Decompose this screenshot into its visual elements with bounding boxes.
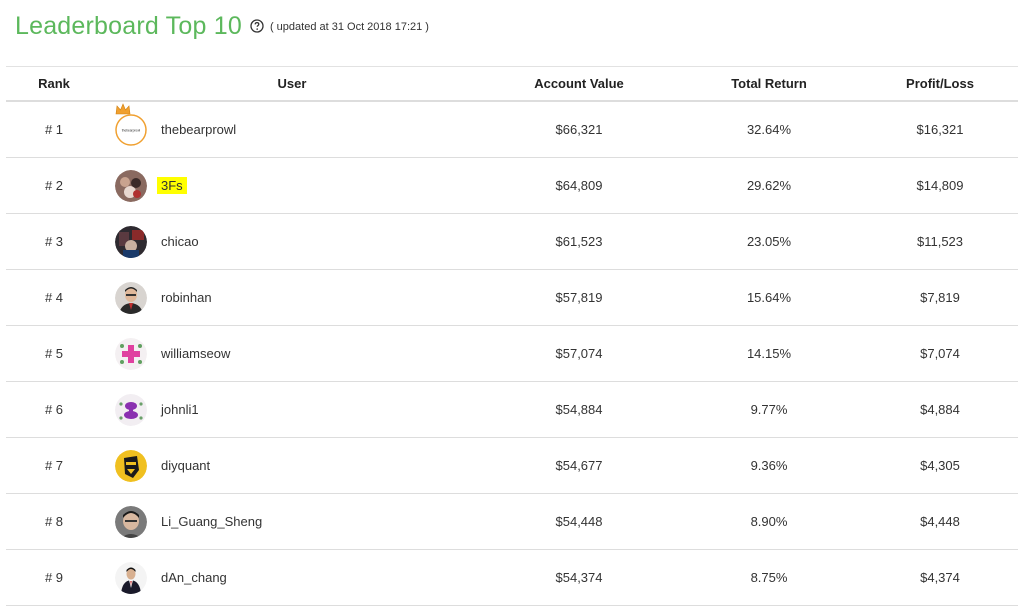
total-return-cell: 32.64%: [676, 101, 862, 158]
leaderboard-page: Leaderboard Top 10 ( updated at 31 Oct 2…: [0, 0, 1024, 608]
avatar[interactable]: [115, 337, 147, 370]
column-header-account-value[interactable]: Account Value: [482, 66, 676, 102]
table-row[interactable]: # 6 johnli1 $54,884 9.77% $4,884: [6, 381, 1018, 438]
question-circle-icon[interactable]: [250, 19, 264, 33]
avatar[interactable]: [115, 561, 147, 594]
table-row[interactable]: # 4 robinhan $57,819 15.64% $7,819: [6, 269, 1018, 326]
rank-cell: # 5: [6, 325, 102, 382]
total-return-cell: 8.90%: [676, 493, 862, 550]
crown-icon: [115, 102, 131, 114]
column-header-total-return[interactable]: Total Return: [676, 66, 862, 102]
username-link[interactable]: 3Fs: [157, 177, 187, 194]
table-header-row: Rank User Account Value Total Return Pro…: [6, 66, 1018, 102]
user-cell: chicao: [102, 213, 482, 270]
total-return-cell: 9.36%: [676, 437, 862, 494]
table-row[interactable]: # 3 chicao $61,523 23.05% $11,523: [6, 213, 1018, 270]
table-row[interactable]: # 2 3Fs $64,809 29.62% $14,809: [6, 157, 1018, 214]
avatar[interactable]: [115, 505, 147, 538]
username-link[interactable]: dAn_chang: [161, 570, 227, 585]
profit-loss-cell: $14,809: [862, 157, 1018, 214]
leaderboard-header: Leaderboard Top 10 ( updated at 31 Oct 2…: [15, 8, 429, 44]
total-return-cell: 9.77%: [676, 381, 862, 438]
account-value-cell: $61,523: [482, 213, 676, 270]
total-return-cell: 14.15%: [676, 325, 862, 382]
username-link[interactable]: williamseow: [161, 346, 230, 361]
username-link[interactable]: chicao: [161, 234, 199, 249]
avatar[interactable]: [115, 449, 147, 482]
username-link[interactable]: johnli1: [161, 402, 199, 417]
profit-loss-cell: $4,305: [862, 437, 1018, 494]
rank-cell: # 9: [6, 549, 102, 606]
profit-loss-cell: $11,523: [862, 213, 1018, 270]
rank-cell: # 8: [6, 493, 102, 550]
profit-loss-cell: $4,448: [862, 493, 1018, 550]
table-row[interactable]: # 5 williamseow $57,074 14.15% $7,074: [6, 325, 1018, 382]
table-row[interactable]: # 1 thebearprowl thebearprowl $66,321 32…: [6, 101, 1018, 158]
profit-loss-cell: $4,884: [862, 381, 1018, 438]
table-row[interactable]: # 8 Li_Guang_Sheng $54,448 8.90% $4,448: [6, 493, 1018, 550]
rank-cell: # 4: [6, 269, 102, 326]
rank-cell: # 1: [6, 101, 102, 158]
avatar[interactable]: thebearprowl: [115, 113, 147, 146]
updated-timestamp: ( updated at 31 Oct 2018 17:21 ): [269, 21, 429, 33]
column-header-user[interactable]: User: [102, 66, 482, 102]
rank-cell: # 7: [6, 437, 102, 494]
username-link[interactable]: Li_Guang_Sheng: [161, 514, 262, 529]
total-return-cell: 23.05%: [676, 213, 862, 270]
page-title: Leaderboard Top 10: [15, 11, 242, 40]
account-value-cell: $66,321: [482, 101, 676, 158]
profit-loss-cell: $4,374: [862, 549, 1018, 606]
table-row[interactable]: # 7 diyquant $54,677 9.36% $4,305: [6, 437, 1018, 494]
avatar[interactable]: [115, 393, 147, 426]
profit-loss-cell: $7,819: [862, 269, 1018, 326]
column-header-profit-loss[interactable]: Profit/Loss: [862, 66, 1018, 102]
avatar[interactable]: [115, 169, 147, 202]
username-link[interactable]: diyquant: [161, 458, 210, 473]
profit-loss-cell: $7,074: [862, 325, 1018, 382]
user-cell: 3Fs: [102, 157, 482, 214]
account-value-cell: $54,374: [482, 549, 676, 606]
leaderboard-table: Rank User Account Value Total Return Pro…: [6, 66, 1018, 606]
account-value-cell: $54,677: [482, 437, 676, 494]
user-cell: williamseow: [102, 325, 482, 382]
username-link[interactable]: thebearprowl: [161, 122, 236, 137]
rank-cell: # 2: [6, 157, 102, 214]
user-cell: Li_Guang_Sheng: [102, 493, 482, 550]
user-cell: robinhan: [102, 269, 482, 326]
total-return-cell: 15.64%: [676, 269, 862, 326]
account-value-cell: $57,074: [482, 325, 676, 382]
user-cell: dAn_chang: [102, 549, 482, 606]
total-return-cell: 29.62%: [676, 157, 862, 214]
user-cell: thebearprowl thebearprowl: [102, 101, 482, 158]
profit-loss-cell: $16,321: [862, 101, 1018, 158]
total-return-cell: 8.75%: [676, 549, 862, 606]
avatar[interactable]: [115, 225, 147, 258]
avatar[interactable]: [115, 281, 147, 314]
rank-cell: # 3: [6, 213, 102, 270]
rank-cell: # 6: [6, 381, 102, 438]
avatar-logo-text: thebearprowl: [122, 128, 141, 132]
username-link[interactable]: robinhan: [161, 290, 212, 305]
user-cell: diyquant: [102, 437, 482, 494]
table-row[interactable]: # 9 dAn_chang $54,374 8.75% $4,374: [6, 549, 1018, 606]
account-value-cell: $64,809: [482, 157, 676, 214]
account-value-cell: $54,884: [482, 381, 676, 438]
account-value-cell: $57,819: [482, 269, 676, 326]
account-value-cell: $54,448: [482, 493, 676, 550]
column-header-rank[interactable]: Rank: [6, 66, 102, 102]
user-cell: johnli1: [102, 381, 482, 438]
